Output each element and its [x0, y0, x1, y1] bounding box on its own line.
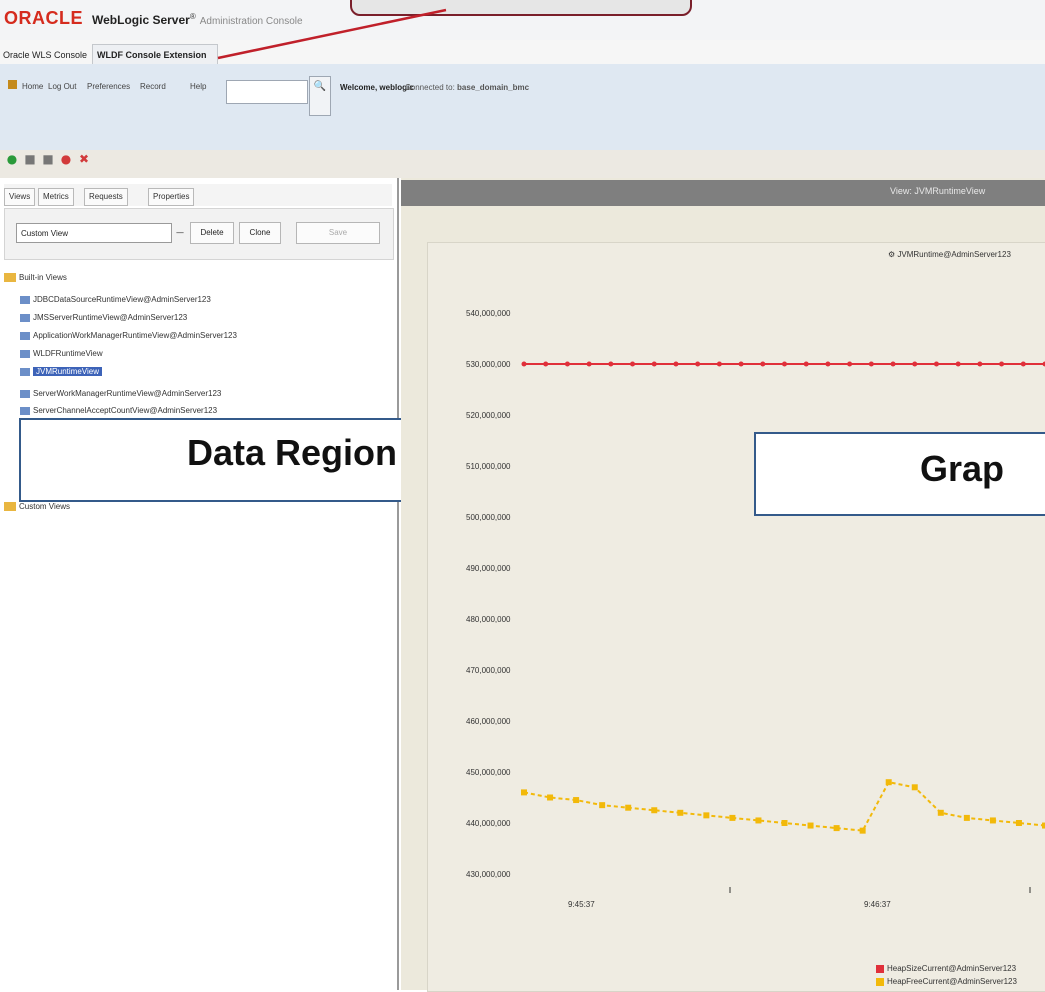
graph-region-label: Grap [920, 448, 1004, 490]
data-point [652, 362, 657, 367]
data-point [599, 802, 605, 808]
data-point [1016, 820, 1022, 826]
data-point [782, 362, 787, 367]
data-point [729, 815, 735, 821]
data-point [677, 810, 683, 816]
data-point [886, 779, 892, 785]
data-point [673, 362, 678, 367]
data-point [825, 362, 830, 367]
data-point [543, 362, 548, 367]
data-point [956, 362, 961, 367]
data-point [808, 823, 814, 829]
data-point [977, 362, 982, 367]
legend-item-heap-size: HeapSizeCurrent@AdminServer123 [876, 964, 1016, 973]
legend-swatch [876, 965, 884, 973]
data-point [912, 362, 917, 367]
data-point [522, 362, 527, 367]
data-point [1021, 362, 1026, 367]
legend-swatch [876, 978, 884, 986]
data-point [587, 362, 592, 367]
data-point [782, 820, 788, 826]
data-point [891, 362, 896, 367]
data-point [938, 810, 944, 816]
data-point [990, 817, 996, 823]
data-point [630, 362, 635, 367]
data-point [834, 825, 840, 831]
data-point [912, 784, 918, 790]
data-point [565, 362, 570, 367]
data-point [999, 362, 1004, 367]
data-point [760, 362, 765, 367]
data-point [625, 805, 631, 811]
data-point [547, 795, 553, 801]
data-point [847, 362, 852, 367]
data-point [860, 828, 866, 834]
data-point [934, 362, 939, 367]
data-point [573, 797, 579, 803]
data-point [717, 362, 722, 367]
data-point [695, 362, 700, 367]
data-point [804, 362, 809, 367]
data-point [964, 815, 970, 821]
data-point [521, 789, 527, 795]
data-point [651, 807, 657, 813]
data-point [608, 362, 613, 367]
data-point [703, 812, 709, 818]
data-point [869, 362, 874, 367]
callout-pointer [218, 10, 446, 58]
legend-item-heap-free: HeapFreeCurrent@AdminServer123 [876, 977, 1017, 986]
data-point [739, 362, 744, 367]
data-point [755, 817, 761, 823]
